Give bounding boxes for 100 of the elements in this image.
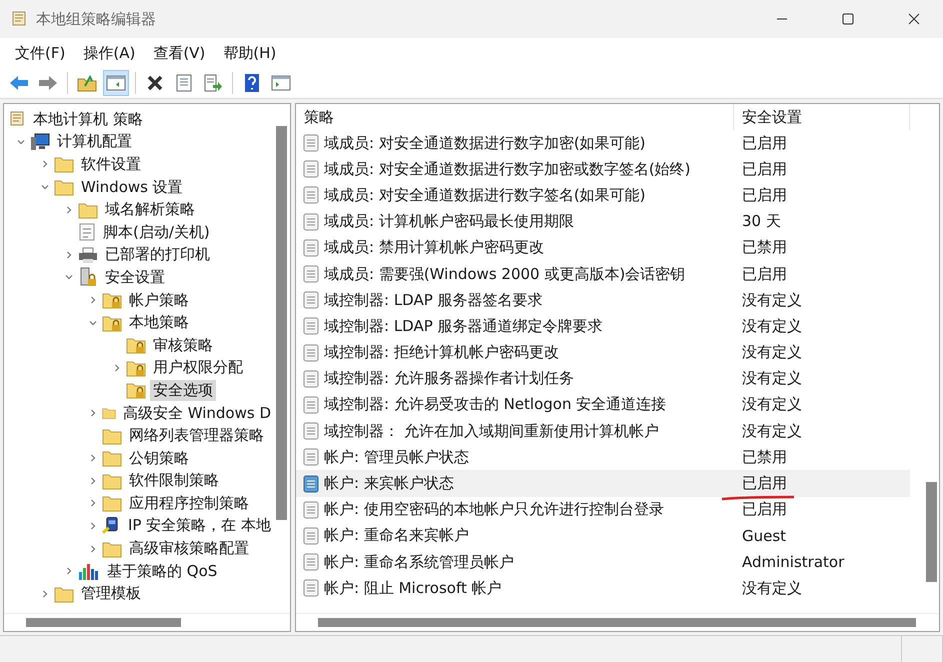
tree-item[interactable]: 已部署的打印机 — [102, 244, 213, 266]
policy-name[interactable]: 域成员: 需要强(Windows 2000 或更高版本)会话密钥 — [324, 264, 686, 284]
setting-value: 已启用 — [742, 186, 787, 205]
policy-name[interactable]: 域成员: 对安全通道数据进行数字签名(如果可能) — [324, 186, 646, 205]
setting-value: Administrator — [742, 553, 844, 572]
policy-name[interactable]: 帐户: 使用空密码的本地帐户只允许进行控制台登录 — [324, 500, 664, 520]
policy-name[interactable]: 域控制器: 拒绝计算机帐户密码更改 — [324, 343, 559, 362]
script-icon — [78, 223, 96, 242]
setting-value: 已启用 — [742, 264, 787, 284]
tree-item[interactable]: 高级审核策略配置 — [126, 538, 252, 560]
tree-item[interactable]: Windows 设置 — [78, 176, 186, 198]
column-header[interactable]: 策略 — [296, 104, 734, 130]
setting-value: 没有定义 — [742, 422, 802, 441]
policy-icon — [302, 474, 320, 493]
delete-icon — [146, 74, 164, 92]
bar-chart-icon — [78, 562, 100, 580]
setting-value: 已启用 — [742, 134, 787, 153]
policy-name[interactable]: 帐户: 阻止 Microsoft 帐户 — [324, 578, 502, 598]
policy-icon — [302, 160, 320, 178]
window-title: 本地组策略编辑器 — [36, 10, 157, 28]
policy-name[interactable]: 域成员: 计算机帐户密码最长使用期限 — [324, 212, 574, 232]
policy-icon — [302, 344, 320, 362]
policy-icon — [302, 500, 320, 519]
locked-folder-icon — [102, 314, 122, 332]
setting-value: 已禁用 — [742, 238, 787, 258]
locked-folder-icon — [126, 381, 146, 400]
tree-item[interactable]: 管理模板 — [78, 583, 144, 604]
scrollbar-thumb[interactable] — [276, 126, 287, 520]
policy-name[interactable]: 域成员: 对安全通道数据进行数字加密或数字签名(始终) — [324, 160, 691, 179]
policy-name[interactable]: 域控制器: 允许易受攻击的 Netlogon 安全通道连接 — [324, 395, 666, 414]
policy-name[interactable]: 帐户: 重命名来宾帐户 — [324, 526, 469, 546]
tree-item[interactable]: 审核策略 — [150, 334, 216, 356]
tree-item[interactable]: IP 安全策略，在 本地 — [124, 515, 274, 536]
folder-icon — [102, 426, 122, 445]
policy-icon — [302, 265, 320, 284]
scroll-icon — [8, 110, 26, 128]
menu-item[interactable]: 操作(A) — [74, 40, 144, 66]
folder-icon — [102, 449, 122, 468]
policy-icon — [302, 448, 320, 466]
policy-icon — [302, 291, 320, 310]
policy-name[interactable]: 域控制器: LDAP 服务器签名要求 — [324, 290, 543, 310]
policy-name[interactable]: 帐户: 管理员帐户状态 — [324, 448, 469, 467]
tree-item[interactable]: 基于策略的 QoS — [104, 560, 220, 582]
tree-item[interactable]: 本地计算机 策略 — [30, 108, 146, 130]
scrollbar-thumb[interactable] — [926, 482, 937, 582]
policy-name[interactable]: 域控制器: LDAP 服务器通道绑定令牌要求 — [324, 316, 603, 336]
setting-value: 没有定义 — [742, 343, 802, 362]
tree-item[interactable]: 高级安全 Windows D — [120, 402, 274, 424]
setting-value: 没有定义 — [742, 290, 802, 310]
folder-icon — [54, 584, 74, 603]
scrollbar-thumb[interactable] — [318, 618, 916, 627]
folder-icon — [102, 494, 122, 512]
setting-value: 已启用 — [742, 160, 787, 179]
tree-item[interactable]: 域名解析策略 — [102, 199, 198, 220]
setting-value: 30 天 — [742, 212, 781, 232]
locked-folder-icon — [126, 336, 146, 354]
printer-icon — [78, 246, 98, 264]
tree-item[interactable]: 本地策略 — [126, 312, 192, 334]
setting-value: 没有定义 — [742, 578, 802, 598]
folder-up-icon — [77, 74, 97, 92]
maximize-icon — [842, 13, 854, 25]
folder-icon — [102, 472, 122, 490]
policy-name[interactable]: 域控制器: 允许服务器操作者计划任务 — [324, 369, 574, 388]
setting-value: Guest — [742, 526, 786, 545]
tree-item[interactable]: 公钥策略 — [126, 448, 192, 469]
folder-icon — [78, 200, 98, 219]
tree-item[interactable]: 应用程序控制策略 — [126, 492, 252, 514]
policy-name[interactable]: 帐户: 来宾帐户状态 — [324, 474, 454, 494]
policy-name[interactable]: 帐户: 重命名系统管理员帐户 — [324, 552, 514, 572]
tree-item[interactable]: 帐户策略 — [126, 290, 192, 311]
policy-name[interactable]: 域成员: 对安全通道数据进行数字加密(如果可能) — [324, 134, 646, 153]
menu-item[interactable]: 帮助(H) — [214, 40, 286, 66]
policy-icon — [302, 422, 320, 440]
folder-icon — [54, 155, 74, 174]
tree-item[interactable]: 软件设置 — [78, 154, 144, 175]
policy-icon — [302, 317, 320, 336]
locked-folder-icon — [102, 291, 122, 310]
policy-name[interactable]: 域控制器： 允许在加入域期间重新使用计算机帐户 — [324, 422, 659, 441]
menu-item[interactable]: 查看(V) — [144, 40, 214, 66]
setting-value: 没有定义 — [742, 316, 802, 336]
tree-item[interactable]: 安全设置 — [102, 266, 168, 288]
policy-icon — [302, 526, 320, 545]
setting-value: 没有定义 — [742, 369, 802, 388]
tree-item[interactable]: 安全选项 — [150, 380, 216, 401]
forward-arrow-icon — [38, 75, 58, 91]
close-icon — [908, 13, 920, 25]
tree-item[interactable]: 脚本(启动/关机) — [100, 222, 213, 243]
scrollbar-thumb[interactable] — [26, 618, 181, 627]
menu-item[interactable]: 文件(F) — [6, 40, 74, 66]
policy-icon — [302, 186, 320, 204]
policy-icon — [302, 396, 320, 414]
policy-name[interactable]: 域成员: 禁用计算机帐户密码更改 — [324, 238, 544, 258]
tree-item[interactable]: 网络列表管理器策略 — [126, 425, 267, 446]
tree-item[interactable]: 用户权限分配 — [150, 357, 246, 378]
tree-item[interactable]: 计算机配置 — [54, 131, 135, 152]
column-header[interactable]: 安全设置 — [734, 104, 910, 130]
policy-icon — [302, 553, 320, 572]
tree-item[interactable]: 软件限制策略 — [126, 470, 222, 492]
properties-icon — [175, 74, 193, 92]
back-arrow-icon — [9, 75, 29, 91]
